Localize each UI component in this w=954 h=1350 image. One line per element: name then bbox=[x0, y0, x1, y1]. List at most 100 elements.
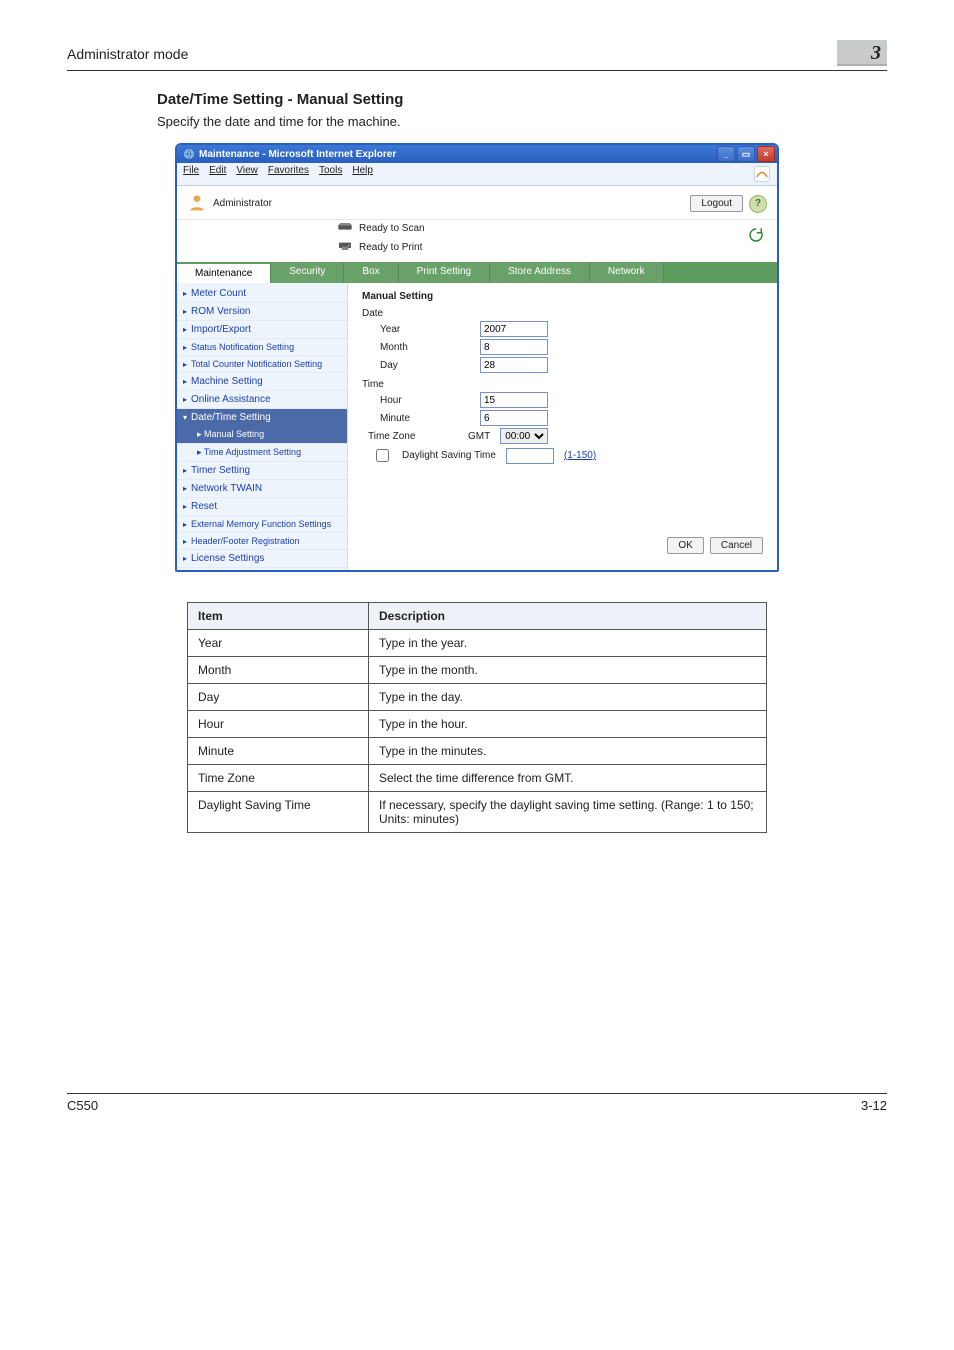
menu-help[interactable]: Help bbox=[352, 165, 373, 183]
table-row: DayType in the day. bbox=[188, 684, 767, 711]
chevron-right-icon: ▸ bbox=[183, 537, 187, 546]
ie-app-icon bbox=[183, 148, 195, 160]
device-status-area: Ready to Scan Ready to Print bbox=[177, 220, 777, 262]
day-label: Day bbox=[362, 360, 470, 371]
daylight-checkbox[interactable] bbox=[376, 449, 389, 462]
table-row: Time ZoneSelect the time difference from… bbox=[188, 765, 767, 792]
chevron-down-icon: ▾ bbox=[183, 413, 187, 422]
admin-user-icon bbox=[187, 192, 207, 215]
daylight-input[interactable] bbox=[506, 448, 554, 464]
sidebar-item-datetime-setting[interactable]: ▾Date/Time Setting bbox=[177, 409, 347, 426]
table-row: YearType in the year. bbox=[188, 630, 767, 657]
sidebar-item-reset[interactable]: ▸Reset bbox=[177, 498, 347, 516]
ok-button[interactable]: OK bbox=[667, 537, 703, 554]
tab-box[interactable]: Box bbox=[344, 262, 398, 283]
window-close-button[interactable]: × bbox=[757, 146, 775, 162]
table-head-desc: Description bbox=[369, 603, 767, 630]
table-head-item: Item bbox=[188, 603, 369, 630]
sidebar-item-status-notification[interactable]: ▸Status Notification Setting bbox=[177, 339, 347, 356]
form-title: Manual Setting bbox=[362, 291, 763, 302]
window-minimize-button[interactable]: _ bbox=[717, 146, 735, 162]
menu-view[interactable]: View bbox=[236, 165, 258, 183]
year-input[interactable] bbox=[480, 321, 548, 337]
timezone-select[interactable]: 00:00 bbox=[500, 428, 548, 444]
tab-security[interactable]: Security bbox=[271, 262, 344, 283]
menu-favorites[interactable]: Favorites bbox=[268, 165, 309, 183]
sidebar-item-import-export[interactable]: ▸Import/Export bbox=[177, 321, 347, 339]
breadcrumb: Administrator mode bbox=[67, 46, 188, 62]
sidebar-item-header-footer[interactable]: ▸Header/Footer Registration bbox=[177, 533, 347, 550]
section-title: Date/Time Setting - Manual Setting bbox=[157, 91, 887, 108]
sidebar-item-total-counter-notification[interactable]: ▸Total Counter Notification Setting bbox=[177, 356, 347, 373]
status-print-text: Ready to Print bbox=[359, 242, 422, 253]
minute-label: Minute bbox=[362, 413, 470, 424]
cancel-button[interactable]: Cancel bbox=[710, 537, 763, 554]
sidebar-item-license-settings[interactable]: ▸License Settings bbox=[177, 550, 347, 568]
chapter-number: 3 bbox=[871, 42, 881, 65]
manual-setting-form: Manual Setting Date Year Month Day Time … bbox=[348, 283, 777, 570]
logout-button[interactable]: Logout bbox=[690, 195, 743, 212]
sidebar-item-rom-version[interactable]: ▸ROM Version bbox=[177, 303, 347, 321]
sidebar-item-ext-memory[interactable]: ▸External Memory Function Settings bbox=[177, 516, 347, 533]
window-maximize-button[interactable]: ▭ bbox=[737, 146, 755, 162]
footer-model: C550 bbox=[67, 1098, 98, 1113]
admin-header: Administrator Logout ? bbox=[177, 186, 777, 220]
ie-menubar: File Edit View Favorites Tools Help bbox=[177, 163, 777, 186]
admin-role-label: Administrator bbox=[213, 198, 272, 209]
window-title: Maintenance - Microsoft Internet Explore… bbox=[199, 149, 396, 160]
refresh-icon[interactable] bbox=[747, 226, 765, 244]
time-section-label: Time bbox=[362, 379, 763, 390]
chevron-right-icon: ▸ bbox=[183, 520, 187, 529]
chevron-right-icon: ▸ bbox=[183, 307, 187, 316]
description-table: Item Description YearType in the year. M… bbox=[187, 602, 767, 833]
sidebar-item-meter-count[interactable]: ▸Meter Count bbox=[177, 285, 347, 303]
status-scan-text: Ready to Scan bbox=[359, 223, 425, 234]
tab-network[interactable]: Network bbox=[590, 262, 664, 283]
window-titlebar[interactable]: Maintenance - Microsoft Internet Explore… bbox=[177, 145, 777, 163]
tab-maintenance[interactable]: Maintenance bbox=[177, 262, 271, 283]
table-row: Daylight Saving TimeIf necessary, specif… bbox=[188, 792, 767, 833]
chevron-right-icon: ▸ bbox=[183, 466, 187, 475]
settings-sidebar: ▸Meter Count ▸ROM Version ▸Import/Export… bbox=[177, 283, 348, 570]
footer-page: 3-12 bbox=[861, 1098, 887, 1113]
month-input[interactable] bbox=[480, 339, 548, 355]
chevron-right-icon: ▸ bbox=[183, 377, 187, 386]
sidebar-item-machine-setting[interactable]: ▸Machine Setting bbox=[177, 373, 347, 391]
tab-store-address[interactable]: Store Address bbox=[490, 262, 590, 283]
chevron-right-icon: ▸ bbox=[183, 395, 187, 404]
chevron-right-icon: ▸ bbox=[183, 502, 187, 511]
help-button[interactable]: ? bbox=[749, 195, 767, 213]
chapter-badge: 3 bbox=[837, 40, 887, 66]
printer-icon bbox=[337, 239, 353, 256]
month-label: Month bbox=[362, 342, 470, 353]
chevron-right-icon: ▸ bbox=[183, 554, 187, 563]
scanner-icon bbox=[337, 220, 353, 237]
hour-label: Hour bbox=[362, 395, 470, 406]
menu-file[interactable]: File bbox=[183, 165, 199, 183]
chevron-right-icon: ▸ bbox=[183, 343, 187, 352]
menu-tools[interactable]: Tools bbox=[319, 165, 342, 183]
ie-throbber-icon bbox=[753, 165, 771, 183]
hour-input[interactable] bbox=[480, 392, 548, 408]
sidebar-sub-time-adjustment[interactable]: ▸ Time Adjustment Setting bbox=[177, 444, 347, 462]
chevron-right-icon: ▸ bbox=[183, 289, 187, 298]
table-row: MonthType in the month. bbox=[188, 657, 767, 684]
table-row: HourType in the hour. bbox=[188, 711, 767, 738]
tab-print-setting[interactable]: Print Setting bbox=[399, 262, 490, 283]
chevron-right-icon: ▸ bbox=[183, 325, 187, 334]
sidebar-item-network-twain[interactable]: ▸Network TWAIN bbox=[177, 480, 347, 498]
main-tabs: Maintenance Security Box Print Setting S… bbox=[177, 262, 777, 283]
timezone-label: Time Zone bbox=[362, 431, 458, 442]
sidebar-item-online-assistance[interactable]: ▸Online Assistance bbox=[177, 391, 347, 409]
day-input[interactable] bbox=[480, 357, 548, 373]
daylight-label: Daylight Saving Time bbox=[402, 450, 496, 461]
gmt-prefix: GMT bbox=[468, 431, 490, 442]
minute-input[interactable] bbox=[480, 410, 548, 426]
sidebar-sub-manual-setting[interactable]: ▸ Manual Setting bbox=[177, 426, 347, 444]
chevron-right-icon: ▸ bbox=[183, 484, 187, 493]
menu-edit[interactable]: Edit bbox=[209, 165, 226, 183]
section-description: Specify the date and time for the machin… bbox=[157, 114, 887, 129]
date-section-label: Date bbox=[362, 308, 763, 319]
sidebar-item-timer-setting[interactable]: ▸Timer Setting bbox=[177, 462, 347, 480]
table-row: MinuteType in the minutes. bbox=[188, 738, 767, 765]
